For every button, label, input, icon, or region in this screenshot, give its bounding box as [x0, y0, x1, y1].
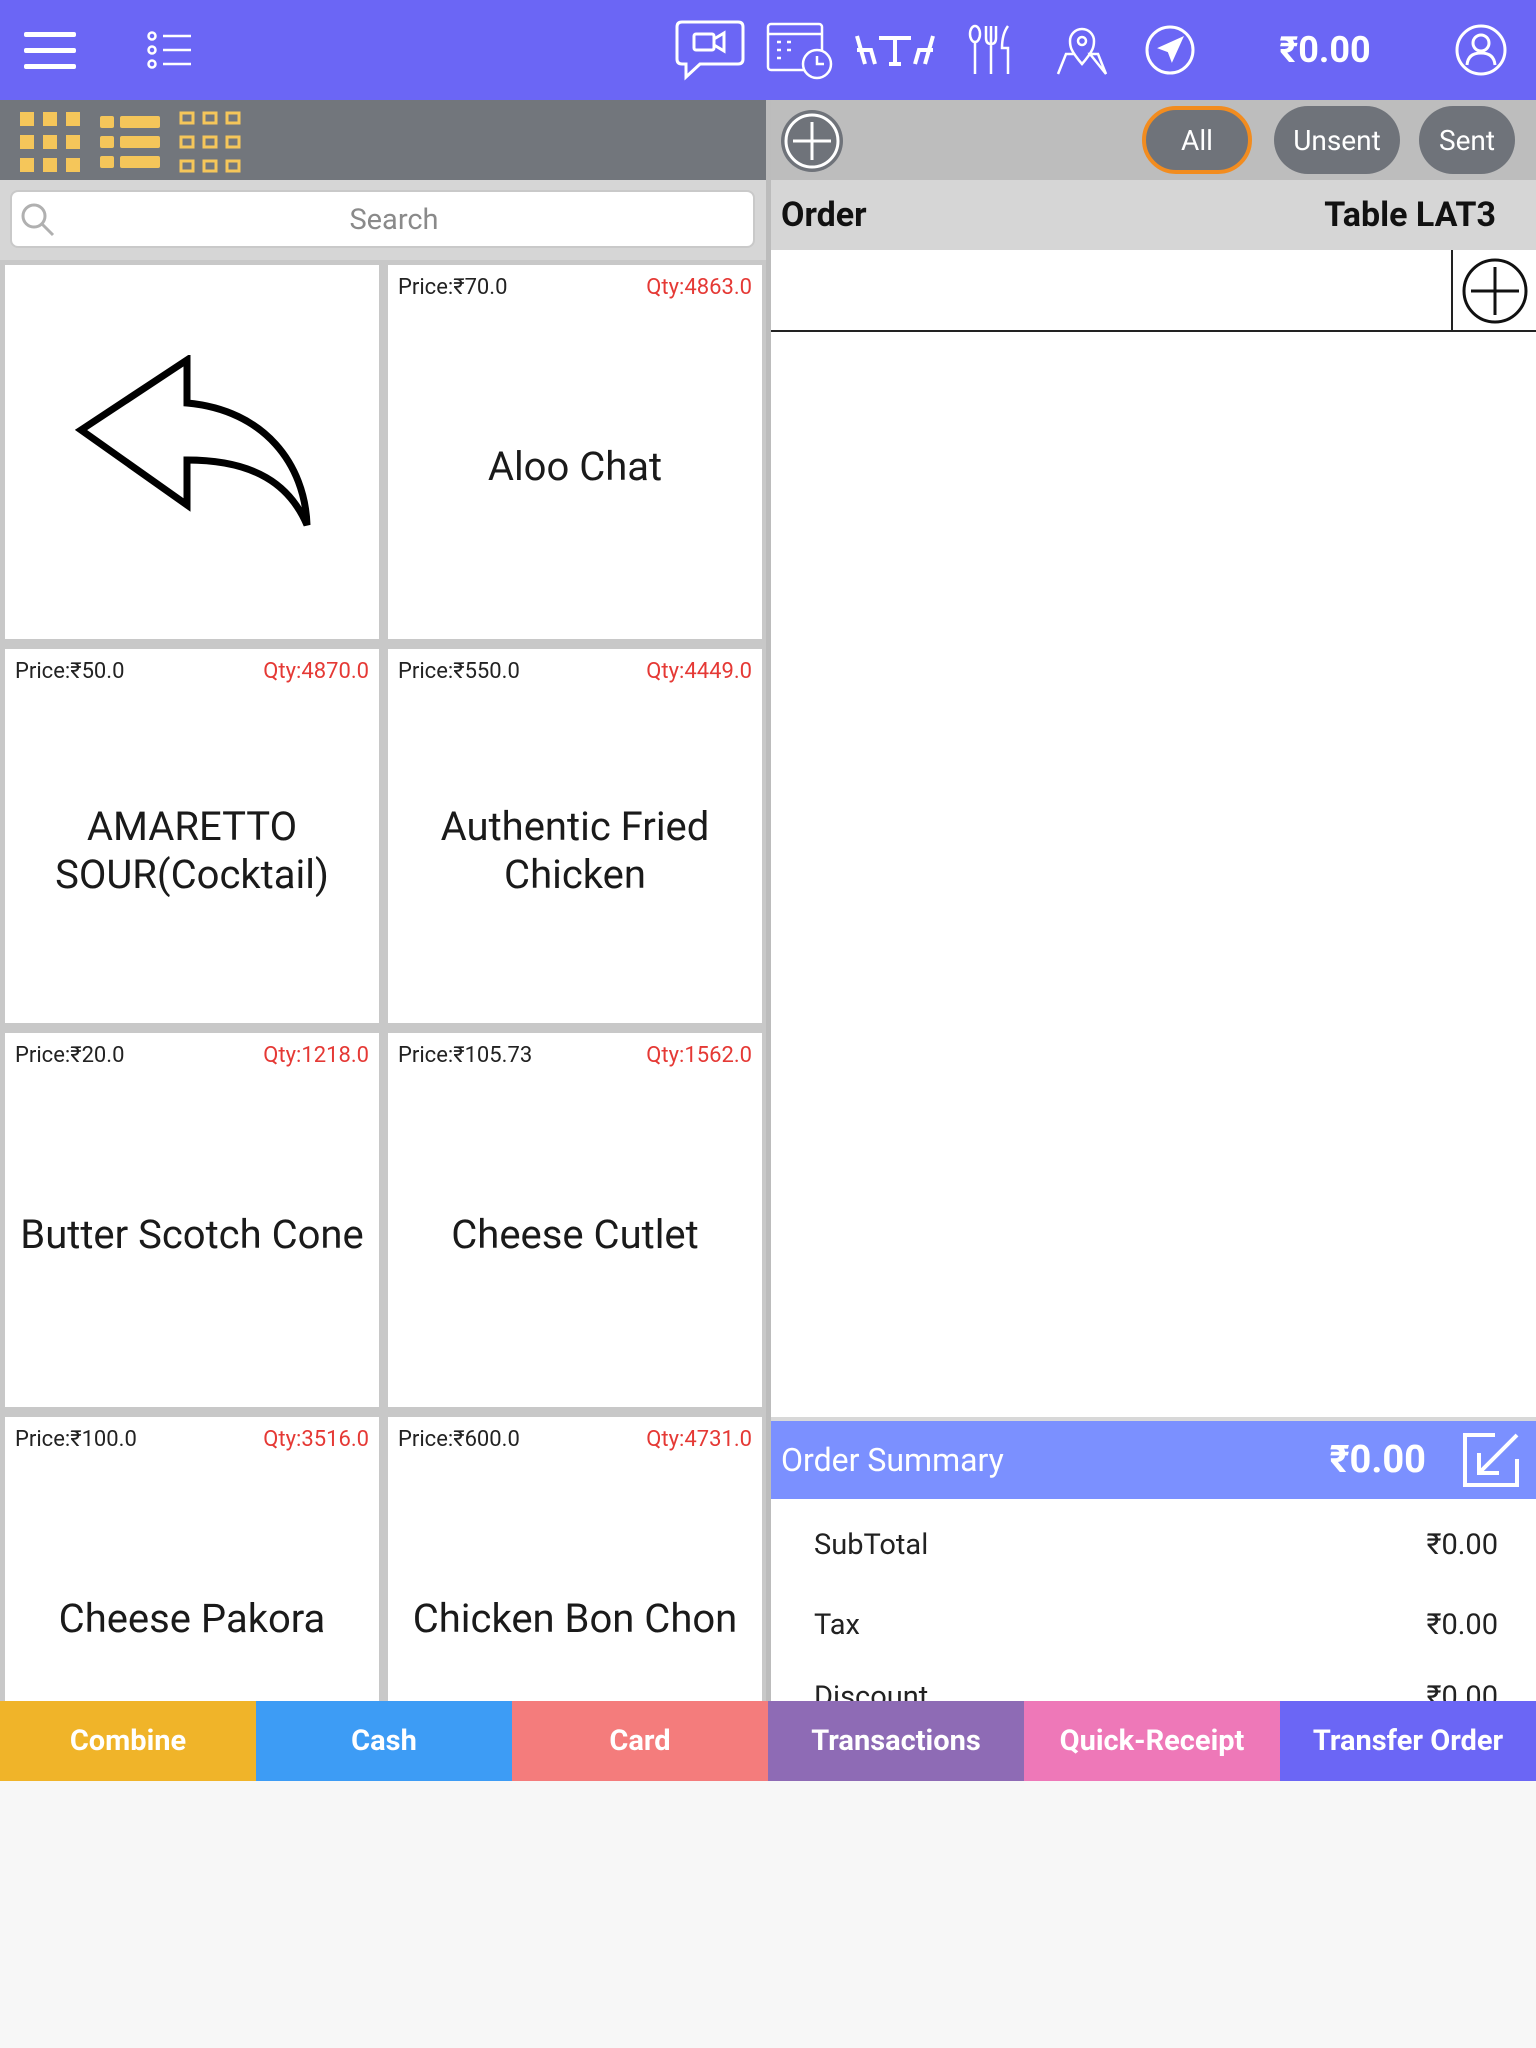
product-qty: Qty:4863.0: [646, 275, 752, 300]
summary-row-discount: Discount ₹0.00: [771, 1670, 1536, 1701]
summary-row-label: Discount: [814, 1680, 929, 1701]
order-header: Order Table LAT3: [771, 180, 1536, 250]
product-name: Butter Scotch Cone: [20, 1211, 364, 1258]
summary-row-subtotal: SubTotal ₹0.00: [771, 1510, 1536, 1580]
video-chat-icon[interactable]: [672, 14, 748, 86]
product-price: Price:₹600.0: [398, 1427, 520, 1452]
product-price: Price:₹100.0: [15, 1427, 137, 1452]
summary-row-label: Tax: [814, 1608, 860, 1642]
summary-title: Order Summary: [781, 1441, 1004, 1479]
user-icon[interactable]: [1452, 14, 1510, 86]
product-qty: Qty:1562.0: [646, 1043, 752, 1068]
order-summary-bar[interactable]: Order Summary ₹0.00: [771, 1417, 1536, 1499]
quick-receipt-button[interactable]: Quick-Receipt: [1024, 1701, 1280, 1781]
order-title: Order: [781, 195, 867, 235]
product-tile[interactable]: Price:₹550.0 Qty:4449.0 Authentic Fried …: [388, 649, 762, 1023]
product-qty: Qty:3516.0: [263, 1427, 369, 1452]
navigation-icon[interactable]: [1142, 14, 1198, 86]
product-price: Price:₹20.0: [15, 1043, 125, 1068]
product-tile[interactable]: Price:₹600.0 Qty:4731.0 Chicken Bon Chon: [388, 1417, 762, 1701]
product-qty: Qty:4449.0: [646, 659, 752, 684]
grid-large-icon[interactable]: [18, 110, 82, 174]
tables-icon[interactable]: [854, 14, 936, 86]
combine-button[interactable]: Combine: [0, 1701, 256, 1781]
grid-small-icon[interactable]: [178, 110, 242, 174]
product-tile[interactable]: Price:₹50.0 Qty:4870.0 AMARETTO SOUR(Coc…: [5, 649, 379, 1023]
product-price: Price:₹50.0: [15, 659, 125, 684]
product-name: Cheese Cutlet: [451, 1211, 699, 1258]
divider: [1451, 250, 1453, 330]
product-name: Chicken Bon Chon: [412, 1595, 738, 1642]
product-name: Aloo Chat: [487, 443, 663, 490]
product-tile[interactable]: Price:₹70.0 Qty:4863.0 Aloo Chat: [388, 265, 762, 639]
dining-icon[interactable]: [966, 14, 1016, 86]
transactions-button[interactable]: Transactions: [768, 1701, 1024, 1781]
product-name: Cheese Pakora: [58, 1595, 326, 1642]
summary-row-value: ₹0.00: [1426, 1680, 1498, 1701]
filter-all-button[interactable]: All: [1142, 106, 1252, 174]
cash-button[interactable]: Cash: [256, 1701, 512, 1781]
search-bar: [0, 180, 766, 260]
menu-icon[interactable]: [20, 14, 80, 86]
product-qty: Qty:4731.0: [646, 1427, 752, 1452]
order-total-display: ₹0.00: [1279, 29, 1371, 71]
add-order-icon[interactable]: [779, 108, 845, 174]
summary-row-value: ₹0.00: [1426, 1528, 1498, 1562]
empty-area: [0, 1781, 1536, 2048]
order-add-row: [771, 250, 1536, 332]
product-name: AMARETTO SOUR(Cocktail): [55, 803, 329, 898]
add-item-icon[interactable]: [1461, 257, 1529, 325]
summary-row-value: ₹0.00: [1426, 1608, 1498, 1642]
action-bar: Combine Cash Card Transactions Quick-Rec…: [0, 1701, 1536, 1781]
table-name: Table LAT3: [1324, 195, 1496, 235]
list-icon[interactable]: [145, 14, 195, 86]
map-pin-icon[interactable]: [1054, 14, 1110, 86]
order-filter-bar: All Unsent Sent: [771, 100, 1536, 180]
back-tile[interactable]: [5, 265, 379, 639]
filter-sent-button[interactable]: Sent: [1419, 106, 1515, 174]
transfer-order-button[interactable]: Transfer Order: [1280, 1701, 1536, 1781]
back-arrow-icon: [74, 353, 315, 535]
card-button[interactable]: Card: [512, 1701, 768, 1781]
search-icon: [20, 202, 56, 238]
product-price: Price:₹550.0: [398, 659, 520, 684]
product-qty: Qty:1218.0: [263, 1043, 369, 1068]
product-price: Price:₹105.73: [398, 1043, 533, 1068]
filter-unsent-button[interactable]: Unsent: [1274, 106, 1400, 174]
collapse-icon[interactable]: [1459, 1431, 1521, 1489]
product-price: Price:₹70.0: [398, 275, 508, 300]
search-box: [10, 190, 755, 248]
view-mode-toolbar: [0, 100, 766, 180]
product-grid: Price:₹70.0 Qty:4863.0 Aloo Chat Price:₹…: [0, 260, 766, 1701]
product-tile[interactable]: Price:₹20.0 Qty:1218.0 Butter Scotch Con…: [5, 1033, 379, 1407]
summary-row-label: SubTotal: [814, 1528, 929, 1562]
summary-row-tax: Tax ₹0.00: [771, 1590, 1536, 1660]
search-input[interactable]: [62, 198, 726, 242]
list-view-icon[interactable]: [98, 114, 162, 170]
calendar-clock-icon[interactable]: [764, 14, 836, 86]
summary-total: ₹0.00: [1329, 1438, 1426, 1482]
top-app-bar: ₹0.00: [0, 0, 1536, 100]
product-name: Authentic Fried Chicken: [440, 803, 710, 898]
product-tile[interactable]: Price:₹100.0 Qty:3516.0 Cheese Pakora: [5, 1417, 379, 1701]
product-qty: Qty:4870.0: [263, 659, 369, 684]
product-tile[interactable]: Price:₹105.73 Qty:1562.0 Cheese Cutlet: [388, 1033, 762, 1407]
